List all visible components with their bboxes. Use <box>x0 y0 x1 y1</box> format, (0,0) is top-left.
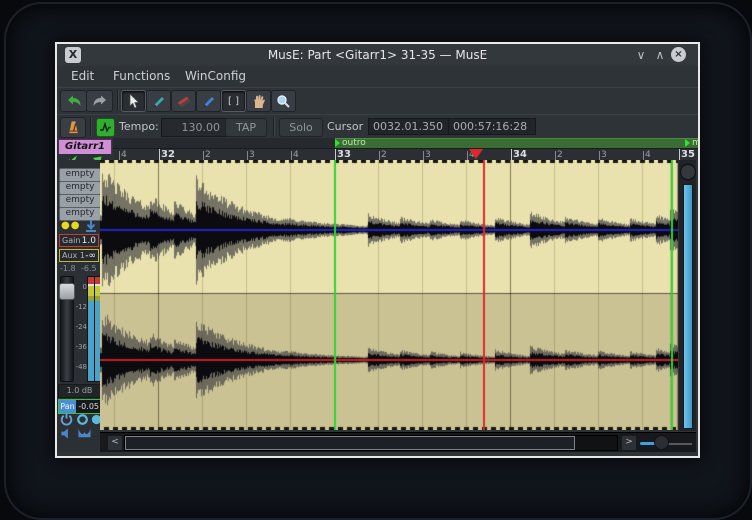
muse-wave-editor-window: X MusE: Part <Gitarr1> 31-35 — MusE ∨ ∧ … <box>55 42 700 458</box>
menu-edit[interactable]: Edit <box>71 66 94 87</box>
gain-value: 1.0 <box>82 236 96 246</box>
fader-scale-label: -36 <box>74 343 87 351</box>
pan-label: Pan <box>59 400 76 413</box>
scroll-left-button[interactable]: < <box>107 435 123 451</box>
pencil-tool-button[interactable] <box>146 90 171 112</box>
fader-scale-label: -24 <box>74 323 87 331</box>
maximize-button[interactable]: ∧ <box>652 44 668 66</box>
draw-tool-button[interactable] <box>196 90 221 112</box>
volume-fader-handle[interactable] <box>59 283 75 300</box>
tempo-label: Tempo: <box>119 120 159 133</box>
controller-slot[interactable]: empty <box>59 181 101 195</box>
pan-value: -0.05 <box>76 400 100 413</box>
metronome-icon <box>66 120 81 135</box>
window-title: MusE: Part <Gitarr1> 31-35 — MusE <box>57 44 698 66</box>
eraser-tool-button[interactable] <box>171 90 196 112</box>
toolbar-separator <box>117 90 119 110</box>
fader-scale-label: 0 <box>74 283 87 291</box>
tempo-spinbox[interactable]: 130.00 ▲▼ <box>161 118 235 137</box>
undo-icon <box>66 95 82 108</box>
zoom-tool-icon <box>276 94 291 109</box>
power-icon[interactable] <box>60 413 73 426</box>
minimize-button[interactable]: ∨ <box>633 44 649 66</box>
vertical-zoom-bar <box>683 184 693 429</box>
controller-slot[interactable]: empty <box>59 194 101 208</box>
aux-send-control[interactable]: Aux 1 -∞ <box>59 249 99 262</box>
solo-button[interactable]: Solo <box>279 118 323 137</box>
eraser-tool-icon <box>176 94 192 109</box>
tempo-value: 130.00 <box>182 121 221 134</box>
pencil-tool-icon <box>151 94 166 109</box>
draw-tool-icon <box>201 94 216 109</box>
zoom-tool-button[interactable] <box>271 90 296 112</box>
playhead-marker[interactable] <box>469 149 483 159</box>
tap-button[interactable]: TAP <box>225 118 267 137</box>
marker-label: mo <box>692 138 698 148</box>
hzoom-slider-knob[interactable] <box>654 435 669 450</box>
pan-hand-tool-button[interactable] <box>246 90 271 112</box>
redo-button[interactable] <box>86 90 113 112</box>
scrollbar-track[interactable] <box>124 435 618 451</box>
menu-winconfig[interactable]: WinConfig <box>185 66 246 87</box>
gain-label: Gain <box>62 236 80 245</box>
hzoom-slider-track <box>668 443 692 445</box>
marker-region <box>335 138 698 148</box>
track-name-tag[interactable]: Gitarr1 <box>58 139 112 155</box>
tools-toolbar: [ ] <box>57 87 698 115</box>
peak-value-left: -1.8 <box>60 264 76 273</box>
controller-slot[interactable]: empty <box>59 207 101 221</box>
cursor-time-display: 000:57:16:28 <box>448 118 536 135</box>
wave-mode-icon[interactable] <box>77 427 92 440</box>
toolbar-separator <box>90 117 92 136</box>
redo-icon <box>92 95 108 108</box>
metronome-button[interactable] <box>60 117 86 138</box>
cursor-label: Cursor <box>327 120 363 133</box>
menubar: Edit Functions WinConfig <box>57 66 698 87</box>
track-control-panel: empty empty empty empty ●● Gain 1.0 Aux … <box>57 160 100 452</box>
pointer-tool-icon <box>127 94 140 109</box>
toolbar-separator <box>273 117 275 136</box>
screen: X MusE: Part <Gitarr1> 31-35 — MusE ∨ ∧ … <box>0 0 752 520</box>
tempo-toggle-button[interactable] <box>96 118 115 137</box>
range-tool-button[interactable]: [ ] <box>221 90 246 112</box>
range-tool-icon: [ ] <box>228 96 239 107</box>
titlebar[interactable]: X MusE: Part <Gitarr1> 31-35 — MusE ∨ ∧ … <box>57 44 698 67</box>
vertical-zoom-knob[interactable] <box>680 164 696 180</box>
peak-value-right: -6.5 <box>81 264 97 273</box>
marker-strip[interactable]: outro mo <box>113 138 698 148</box>
route-down-arrow-icon[interactable] <box>84 220 98 233</box>
stereo-link-icon[interactable]: ●● <box>61 220 80 231</box>
undo-button[interactable] <box>60 90 87 112</box>
scroll-right-button[interactable]: > <box>621 435 637 451</box>
waveform-display[interactable] <box>100 160 678 430</box>
pan-control[interactable]: Pan -0.05 <box>58 399 101 414</box>
marker-flag-icon[interactable] <box>685 139 690 147</box>
aux-label: Aux 1 <box>62 251 85 260</box>
menu-functions[interactable]: Functions <box>113 66 170 87</box>
gain-db-display: 1.0 dB <box>58 384 101 398</box>
aux-value: -∞ <box>85 251 96 261</box>
pan-hand-tool-icon <box>252 94 266 109</box>
transport-toolbar: Tempo: 130.00 ▲▼ TAP Solo Cursor 0032.01… <box>57 114 698 140</box>
mute-speaker-icon[interactable] <box>60 427 73 440</box>
controller-slot[interactable]: empty <box>59 168 101 182</box>
horizontal-scrollbar: < > <box>100 432 696 452</box>
fader-scale-label: -12 <box>74 303 87 311</box>
marker-label: outro <box>342 138 366 148</box>
pointer-tool-button[interactable] <box>121 90 146 112</box>
vertical-zoom-slider[interactable] <box>679 160 696 431</box>
fader-scale-label: -48 <box>74 363 87 371</box>
record-ring-icon[interactable] <box>76 413 89 426</box>
marker-flag-icon[interactable] <box>335 139 340 147</box>
gain-control[interactable]: Gain 1.0 <box>59 234 99 247</box>
cursor-position-display: 0032.01.350 <box>368 118 450 135</box>
tempo-map-icon <box>99 122 112 133</box>
close-button[interactable]: × <box>671 47 686 62</box>
scrollbar-thumb[interactable] <box>125 436 575 450</box>
